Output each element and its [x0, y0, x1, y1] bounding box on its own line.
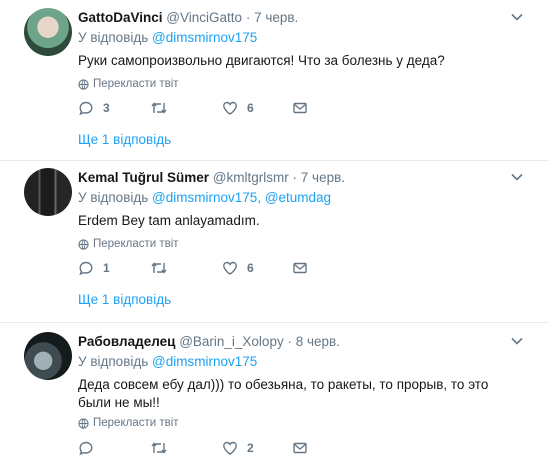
envelope-icon — [293, 442, 307, 454]
tweet-actions: 1 6 — [78, 260, 338, 278]
globe-icon — [78, 417, 89, 429]
author-handle[interactable]: @VinciGatto — [166, 10, 242, 25]
tweet-2[interactable]: Kemal Tuğrul Sümer @kmltgrlsmr · 7 черв.… — [0, 160, 549, 322]
tweet-header: Рабовладелец @Barin_i_Xolopy · 8 черв. — [78, 334, 340, 349]
mention-link[interactable]: @etumdag — [265, 190, 331, 205]
translate-tweet-link[interactable]: Перекласти твіт — [78, 238, 179, 250]
direct-message-button[interactable] — [292, 100, 308, 116]
author-handle[interactable]: @Barin_i_Xolopy — [179, 334, 284, 349]
chevron-down-icon[interactable] — [510, 170, 524, 184]
tweet-text: Erdem Bey tam anlayamadım. — [78, 213, 260, 228]
retweet-button[interactable] — [150, 100, 177, 116]
tweet-text: Руки самопроизвольно двигаются! Что за б… — [78, 53, 445, 68]
tweet-date[interactable]: 7 черв. — [254, 10, 298, 25]
tweet-actions: 3 6 — [78, 100, 338, 118]
author-name[interactable]: GattoDaVinci — [78, 10, 163, 25]
separator: · — [245, 10, 251, 25]
tweet-header: Kemal Tuğrul Sümer @kmltgrlsmr · 7 черв. — [78, 170, 345, 185]
envelope-icon — [293, 102, 307, 114]
author-handle[interactable]: @kmltgrlsmr — [213, 170, 289, 185]
retweet-icon — [151, 102, 167, 114]
tweet-text: Деда совсем ебу дал))) то обезьяна, то р… — [78, 377, 489, 410]
replying-label: У відповідь — [78, 30, 149, 45]
tweet-actions: 2 — [78, 440, 338, 458]
reply-button[interactable] — [78, 440, 103, 456]
globe-icon — [78, 238, 89, 250]
show-more-replies-link[interactable]: Ще 1 відповідь — [78, 292, 171, 307]
envelope-icon — [293, 262, 307, 274]
translate-label: Перекласти твіт — [93, 78, 179, 90]
mention-separator: , — [257, 190, 265, 205]
author-name[interactable]: Kemal Tuğrul Sümer — [78, 170, 209, 185]
like-count: 2 — [247, 441, 254, 455]
show-more-replies-link[interactable]: Ще 1 відповідь — [78, 132, 171, 147]
separator: · — [292, 170, 298, 185]
heart-icon — [223, 441, 237, 455]
replying-label: У відповідь — [78, 190, 149, 205]
chevron-down-icon[interactable] — [510, 10, 524, 24]
author-name[interactable]: Рабовладелец — [78, 334, 175, 349]
translate-tweet-link[interactable]: Перекласти твіт — [78, 417, 179, 429]
tweet-1[interactable]: GattoDaVinci @VinciGatto · 7 черв. У від… — [0, 0, 549, 160]
chevron-down-icon[interactable] — [510, 334, 524, 348]
reply-count: 3 — [103, 101, 110, 115]
retweet-button[interactable] — [150, 440, 177, 456]
avatar[interactable] — [24, 332, 72, 380]
separator: · — [287, 334, 292, 349]
direct-message-button[interactable] — [292, 260, 308, 276]
translate-label: Перекласти твіт — [93, 238, 179, 250]
retweet-icon — [151, 442, 167, 454]
tweet-date[interactable]: 7 черв. — [301, 170, 345, 185]
heart-icon — [223, 261, 237, 275]
mention-link[interactable]: @dimsmirnov175 — [152, 354, 257, 369]
mention-link[interactable]: @dimsmirnov175 — [152, 190, 257, 205]
replying-to: У відповідь @dimsmirnov175 — [78, 30, 257, 45]
avatar[interactable] — [24, 8, 72, 56]
globe-icon — [78, 78, 89, 90]
translate-label: Перекласти твіт — [93, 417, 179, 429]
like-count: 6 — [247, 101, 254, 115]
retweet-button[interactable] — [150, 260, 177, 276]
reply-icon — [79, 441, 93, 456]
like-button[interactable]: 2 — [222, 440, 254, 456]
reply-button[interactable]: 3 — [78, 100, 110, 116]
translate-tweet-link[interactable]: Перекласти твіт — [78, 78, 179, 90]
like-button[interactable]: 6 — [222, 100, 254, 116]
heart-icon — [223, 101, 237, 115]
reply-icon — [79, 261, 93, 276]
mention-link[interactable]: @dimsmirnov175 — [152, 30, 257, 45]
reply-icon — [79, 101, 93, 116]
like-count: 6 — [247, 261, 254, 275]
like-button[interactable]: 6 — [222, 260, 254, 276]
replying-to: У відповідь @dimsmirnov175, @etumdag — [78, 190, 331, 205]
tweet-header: GattoDaVinci @VinciGatto · 7 черв. — [78, 10, 298, 25]
direct-message-button[interactable] — [292, 440, 308, 456]
replying-label: У відповідь — [78, 354, 149, 369]
replying-to: У відповідь @dimsmirnov175 — [78, 354, 257, 369]
avatar[interactable] — [24, 168, 72, 216]
reply-button[interactable]: 1 — [78, 260, 110, 276]
retweet-icon — [151, 262, 167, 274]
tweet-date[interactable]: 8 черв. — [296, 334, 340, 349]
reply-count: 1 — [103, 261, 110, 275]
tweet-3[interactable]: Рабовладелец @Barin_i_Xolopy · 8 черв. У… — [0, 322, 549, 460]
